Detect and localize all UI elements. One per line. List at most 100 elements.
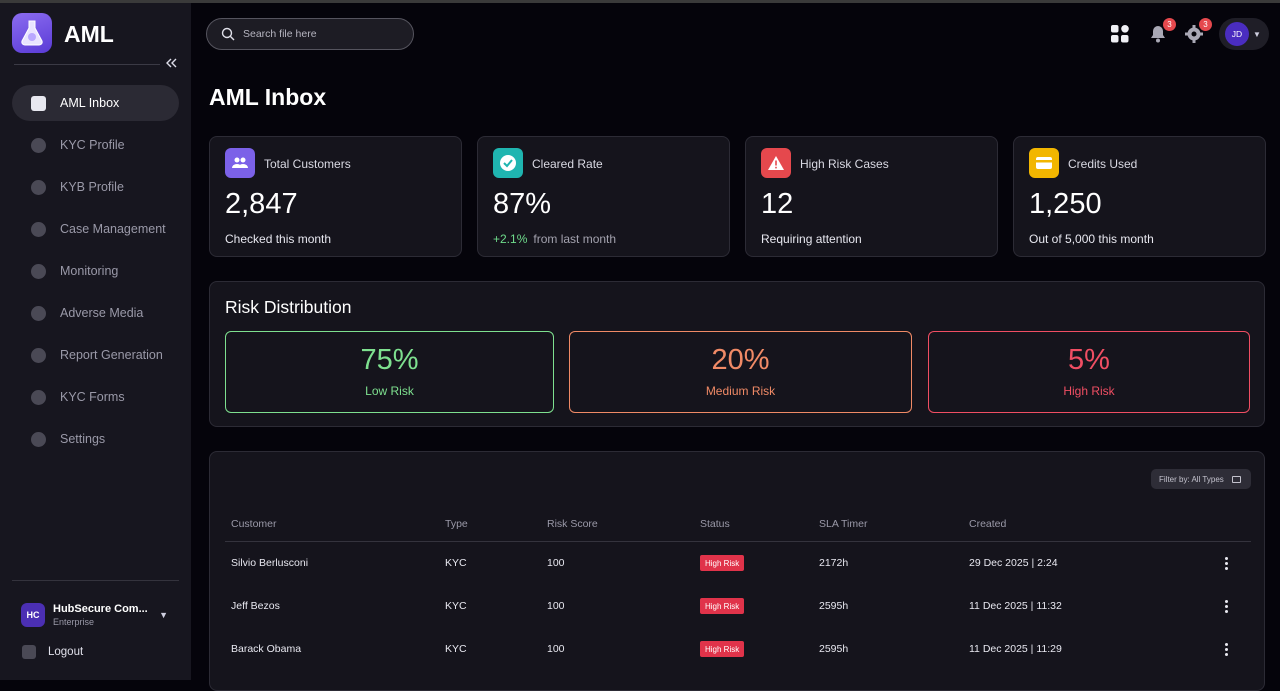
sidebar-item-report-generation[interactable]: Report Generation [12,337,179,373]
change-label: from last month [533,232,617,246]
risk-box-low: 75% Low Risk [225,331,554,413]
sidebar-item-label: Monitoring [60,264,119,278]
column-header-created[interactable]: Created [969,518,1006,530]
settings-gear-icon[interactable]: 3 [1184,18,1212,44]
apps-grid-icon[interactable] [1110,24,1130,44]
sidebar-item-label: KYC Profile [60,138,125,152]
cell-risk-score: 100 [547,643,565,655]
row-actions-menu-icon[interactable] [1220,640,1232,658]
filter-dropdown[interactable]: Filter by: All Types [1151,469,1251,489]
column-header-type[interactable]: Type [445,518,468,530]
status-badge: High Risk [700,641,745,657]
organization-switcher[interactable]: HC HubSecure Com... Enterprise ▼ [21,599,176,631]
sidebar-item-adverse-media[interactable]: Adverse Media [12,295,179,331]
card-title: Cleared Rate [532,157,603,171]
card-title: High Risk Cases [800,157,889,171]
filter-icon [1231,475,1241,483]
sidebar-item-monitoring[interactable]: Monitoring [12,253,179,289]
cell-customer: Silvio Berlusconi [231,557,309,569]
media-icon [31,305,46,321]
risk-distribution-panel: Risk Distribution 75% Low Risk 20% Mediu… [209,281,1265,427]
cell-customer: Barack Obama [231,643,302,655]
notification-bell-icon[interactable]: 3 [1148,18,1176,44]
cell-created: 29 Dec 2025 | 2:24 [969,557,1058,569]
cell-created: 11 Dec 2025 | 11:29 [969,643,1062,655]
row-actions-menu-icon[interactable] [1220,554,1232,572]
search-bar [206,18,414,50]
sidebar-divider [12,580,179,581]
filter-label: Filter by: All Types [1159,474,1224,484]
monitor-icon [31,263,46,279]
column-header-status[interactable]: Status [700,518,730,530]
chevron-down-icon: ▼ [1253,29,1261,39]
sidebar-item-kyc-profile[interactable]: KYC Profile [12,127,179,163]
inbox-icon [31,95,46,111]
risk-label: High Risk [1063,384,1115,398]
clipboard-icon [31,389,46,405]
search-icon [221,27,235,41]
stat-card-cleared-rate: Cleared Rate 87% +2.1% from last month [477,136,730,257]
card-subtitle: Out of 5,000 this month [1029,232,1154,246]
user-menu[interactable]: JD ▼ [1219,18,1269,50]
risk-box-high: 5% High Risk [928,331,1250,413]
cell-customer: Jeff Bezos [231,600,280,612]
org-info: HubSecure Com... Enterprise [53,603,159,627]
card-title: Credits Used [1068,157,1138,171]
cell-sla-timer: 2172h [819,557,849,569]
search-input[interactable] [243,28,393,40]
sidebar-item-label: Case Management [60,222,166,236]
cell-type: KYC [445,557,467,569]
table-row[interactable]: Silvio Berlusconi KYC 100 High Risk 2172… [225,542,1251,585]
cell-sla-timer: 2595h [819,600,849,612]
card-title: Total Customers [264,157,351,171]
column-header-sla-timer[interactable]: SLA Timer [819,518,867,530]
page-title: AML Inbox [209,84,327,110]
card-value: 12 [761,188,794,220]
sidebar-item-settings[interactable]: Settings [12,421,179,457]
table-row[interactable]: Jeff Bezos KYC 100 High Risk 2595h 11 De… [225,585,1251,628]
cell-type: KYC [445,643,467,655]
sidebar-nav: AML Inbox KYC Profile KYB Profile Case M… [12,85,179,463]
risk-distribution-title: Risk Distribution [225,297,352,317]
sidebar-item-kyc-forms[interactable]: KYC Forms [12,379,179,415]
credit-card-icon [1029,148,1059,178]
logout-icon [22,645,36,659]
chevron-down-icon: ▼ [159,610,168,620]
status-badge: High Risk [700,555,745,571]
risk-box-medium: 20% Medium Risk [569,331,912,413]
window-top-border [0,0,1280,3]
sidebar-item-label: Settings [60,432,106,446]
row-actions-menu-icon[interactable] [1220,597,1232,615]
stat-card-high-risk-cases: High Risk Cases 12 Requiring attention [745,136,998,257]
card-value: 1,250 [1029,188,1102,220]
collapse-sidebar-icon[interactable] [164,56,180,72]
change-value: +2.1% [493,232,528,246]
sidebar-item-case-management[interactable]: Case Management [12,211,179,247]
document-icon [31,347,46,363]
card-subtitle: Requiring attention [761,232,862,246]
sidebar: AML AML Inbox KYC Profile KYB Profile Ca… [0,3,191,680]
case-search-icon [31,221,46,237]
card-value: 87% [493,188,552,220]
cell-type: KYC [445,600,467,612]
risk-percentage: 5% [1068,344,1110,376]
table-row[interactable]: Barack Obama KYC 100 High Risk 2595h 11 … [225,628,1251,671]
sidebar-item-label: KYB Profile [60,180,124,194]
logout-button[interactable]: Logout [22,645,83,659]
app-name: AML [64,21,114,47]
org-name: HubSecure Com... [53,603,148,615]
stat-card-credits-used: Credits Used 1,250 Out of 5,000 this mon… [1013,136,1266,257]
briefcase-icon [31,179,46,195]
sidebar-divider [14,64,160,65]
card-subtitle: +2.1% from last month [493,232,616,246]
warning-icon [761,148,791,178]
sidebar-item-aml-inbox[interactable]: AML Inbox [12,85,179,121]
cell-risk-score: 100 [547,600,565,612]
risk-label: Low Risk [365,384,414,398]
sidebar-item-kyb-profile[interactable]: KYB Profile [12,169,179,205]
column-header-customer[interactable]: Customer [231,518,277,530]
column-header-risk-score[interactable]: Risk Score [547,518,598,530]
app-logo [12,13,52,53]
card-value: 2,847 [225,188,298,220]
sidebar-item-label: AML Inbox [60,96,120,110]
